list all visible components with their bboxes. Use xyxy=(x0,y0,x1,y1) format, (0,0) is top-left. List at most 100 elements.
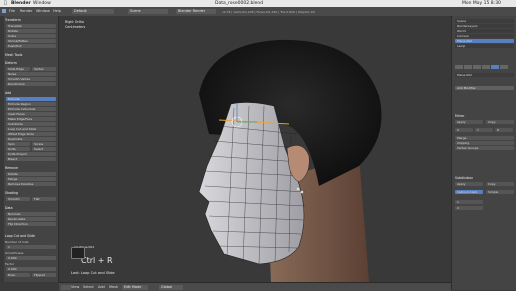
menu-mesh[interactable]: Mesh xyxy=(109,285,118,289)
field-smoothness[interactable]: 0.000 xyxy=(6,256,56,260)
apple-icon[interactable]:  xyxy=(4,0,7,7)
tool-extrude[interactable]: Extrude xyxy=(6,97,56,101)
mirror-vertex-groups[interactable]: Vertex Groups xyxy=(455,146,514,150)
mirror-apply-button[interactable]: Apply xyxy=(455,120,483,124)
operator-panel-title[interactable]: Loop Cut and Slide xyxy=(5,234,35,238)
subsurf-copy-button[interactable]: Copy xyxy=(486,182,514,186)
tool-vertex[interactable]: Vertex xyxy=(32,67,56,71)
tool-make-edge-face[interactable]: Make Edge/Face xyxy=(6,117,56,121)
tool-recalculate[interactable]: Recalculate xyxy=(6,217,56,221)
keyboard-key-icon xyxy=(71,247,85,259)
mirror-clipping[interactable]: Clipping xyxy=(455,141,514,145)
menu-render[interactable]: Render xyxy=(20,9,32,13)
editor-type-icon[interactable] xyxy=(61,284,71,290)
section-deform[interactable]: Deform xyxy=(5,61,17,65)
menu-view[interactable]: View xyxy=(71,285,79,289)
menu-window[interactable]: Window xyxy=(36,9,50,13)
section-data[interactable]: Data xyxy=(5,206,13,210)
tool-knife-project[interactable]: Knife Project xyxy=(6,152,56,156)
tool-noise[interactable]: Noise xyxy=(6,72,56,76)
outliner-scene[interactable]: Scene xyxy=(455,19,514,23)
section-remove[interactable]: Remove xyxy=(5,166,18,170)
tool-duplicate[interactable]: Duplicate xyxy=(6,137,56,141)
subsurf-view-levels[interactable]: 1 xyxy=(455,200,483,204)
tab-scene[interactable] xyxy=(464,65,472,69)
tab-render[interactable] xyxy=(455,65,463,69)
menu-add[interactable]: Add xyxy=(98,285,105,289)
tool-offset-edge-slide[interactable]: Offset Edge Slide xyxy=(6,132,56,136)
tab-object[interactable] xyxy=(482,65,490,69)
macos-menu-bar:  Blender Window Data_rose0002.blend Mon… xyxy=(0,0,516,7)
mirror-copy-button[interactable]: Copy xyxy=(486,120,514,124)
tool-rotate[interactable]: Rotate xyxy=(6,29,56,33)
render-engine-selector[interactable]: Blender Render xyxy=(176,9,216,14)
tool-translate[interactable]: Translate xyxy=(6,24,56,28)
transform-orientation[interactable]: Global xyxy=(159,284,183,290)
tool-shelf-tabs[interactable] xyxy=(0,16,4,282)
modifier-mirror-title[interactable]: Mirror xyxy=(455,114,464,118)
outliner-plane[interactable]: Plane.002 xyxy=(455,39,514,43)
mode-selector[interactable]: Edit Mode xyxy=(122,284,148,290)
scene-stats: v2.78 | Verts:9/1,428 | Faces:0/1,420 | … xyxy=(222,9,315,14)
section-mesh-tools[interactable]: Mesh Tools xyxy=(5,53,22,57)
tab-data[interactable] xyxy=(500,65,508,69)
tab-modifiers[interactable] xyxy=(491,65,499,69)
tool-shelf: Transform Translate Rotate Scale Shrink/… xyxy=(0,16,59,282)
menu-file[interactable]: File xyxy=(9,9,15,13)
tool-slide-edge[interactable]: Slide Edge xyxy=(6,67,30,71)
tool-smooth[interactable]: Smooth xyxy=(6,197,30,201)
section-shading[interactable]: Shading xyxy=(5,191,18,195)
tool-push-pull[interactable]: Push/Pull xyxy=(6,44,56,48)
subsurf-catmull-clark[interactable]: Catmull-Clark xyxy=(455,190,483,194)
tool-smooth-vertex[interactable]: Smooth Vertex xyxy=(6,77,56,81)
mirror-axis-z[interactable]: Z xyxy=(495,128,513,132)
checkbox-even[interactable]: Even xyxy=(6,273,30,277)
subsurf-render-levels[interactable]: 2 xyxy=(455,206,483,210)
3d-viewport[interactable]: Right Ortho Centimeters Plane.002 Ctrl +… xyxy=(59,16,450,282)
tool-flip-direction[interactable]: Flip Direction xyxy=(6,222,56,226)
outliner-camera[interactable]: Camera xyxy=(455,34,514,38)
tool-delete[interactable]: Delete xyxy=(6,172,56,176)
layout-selector[interactable]: Default xyxy=(72,9,114,14)
tool-screw[interactable]: Screw xyxy=(32,142,56,146)
scene-selector[interactable]: Scene xyxy=(128,9,168,14)
menu-select[interactable]: Select xyxy=(83,285,94,289)
tool-subdivide[interactable]: Subdivide xyxy=(6,122,56,126)
tool-spin[interactable]: Spin xyxy=(6,142,30,146)
head-model xyxy=(198,39,382,282)
add-modifier-button[interactable]: Add Modifier xyxy=(455,86,514,90)
section-add[interactable]: Add xyxy=(5,91,11,95)
tool-normals[interactable]: Normals xyxy=(6,212,56,216)
subsurf-simple[interactable]: Simple xyxy=(486,190,514,194)
checkbox-flipped[interactable]: Flipped xyxy=(32,273,56,277)
field-factor[interactable]: 0.000 xyxy=(6,267,56,271)
tool-knife[interactable]: Knife xyxy=(6,147,30,151)
mirror-axis-y[interactable]: Y xyxy=(475,128,493,132)
tool-shrink-fatten[interactable]: Shrink/Fatten xyxy=(6,39,56,43)
menu-help[interactable]: Help xyxy=(53,9,61,13)
mirror-axis-x[interactable]: X xyxy=(455,128,473,132)
section-transform[interactable]: Transform xyxy=(5,18,21,22)
window-menu[interactable]: Window xyxy=(33,0,51,7)
outliner-world[interactable]: World xyxy=(455,29,514,33)
tool-extrude-region[interactable]: Extrude Region xyxy=(6,102,56,106)
field-number-of-cuts[interactable]: 1 xyxy=(6,245,56,249)
blender-logo-icon[interactable] xyxy=(2,9,6,13)
outliner-renderlayers[interactable]: RenderLayers xyxy=(455,24,514,28)
subsurf-apply-button[interactable]: Apply xyxy=(455,182,483,186)
tab-world[interactable] xyxy=(473,65,481,69)
tool-remove-doubles[interactable]: Remove Doubles xyxy=(6,182,56,186)
tool-flat[interactable]: Flat xyxy=(32,197,56,201)
outliner-lamp[interactable]: Lamp xyxy=(455,44,514,48)
tool-loop-cut-slide[interactable]: Loop Cut and Slide xyxy=(6,127,56,131)
tool-scale[interactable]: Scale xyxy=(6,34,56,38)
mirror-merge[interactable]: Merge xyxy=(455,136,514,140)
tool-merge[interactable]: Merge xyxy=(6,177,56,181)
tool-randomize[interactable]: Randomize xyxy=(6,82,56,86)
tool-select[interactable]: Select xyxy=(32,147,56,151)
tool-bisect[interactable]: Bisect xyxy=(6,157,56,161)
tool-inset-faces[interactable]: Inset Faces xyxy=(6,112,56,116)
modifier-subsurf-title[interactable]: Subdivision xyxy=(455,176,473,180)
tool-extrude-individual[interactable]: Extrude Individual xyxy=(6,107,56,111)
app-menu[interactable]: Blender xyxy=(11,0,31,7)
